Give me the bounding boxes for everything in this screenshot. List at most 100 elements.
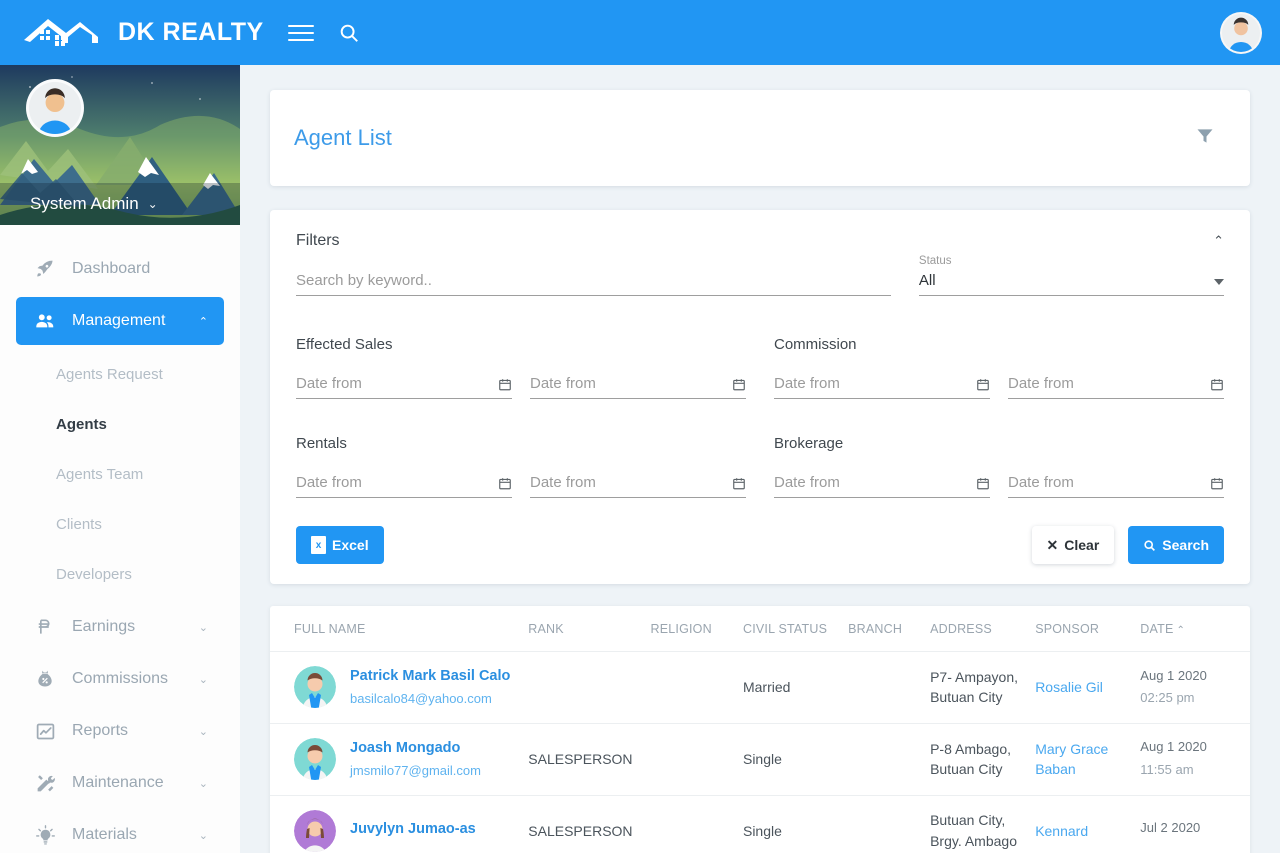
funnel-filter-icon[interactable]	[1194, 126, 1216, 151]
column-header-civil-status[interactable]: CIVIL STATUS	[736, 606, 843, 652]
table-row[interactable]: Juvylyn Jumao-as SALESPERSON Single Butu…	[270, 795, 1250, 853]
cell-civil-status: Single	[736, 723, 843, 796]
cell-civil-status: Married	[736, 651, 843, 724]
sidebar-item-management[interactable]: Management ⌃	[16, 297, 224, 345]
column-header-branch[interactable]: BRANCH	[842, 606, 925, 652]
table-row[interactable]: Joash Mongado jmsmilo77@gmail.com SALESP…	[270, 723, 1250, 796]
chevron-down-icon: ⌄	[198, 725, 208, 738]
effected-sales-date-from[interactable]: Date from	[296, 375, 512, 399]
sidebar-item-developers[interactable]: Developers	[0, 549, 240, 599]
filter-group-label: Brokerage	[774, 435, 844, 452]
brand-logo-area[interactable]: DK REALTY	[18, 13, 264, 53]
chevron-down-icon: ⌄	[198, 829, 208, 842]
cell-date: Jul 2 2020	[1134, 795, 1250, 853]
sidebar-user-avatar[interactable]	[26, 79, 84, 137]
cell-sponsor[interactable]: Rosalie Gil	[1029, 651, 1135, 724]
date-input[interactable]: Date from	[1008, 474, 1210, 491]
column-header-rank[interactable]: RANK	[522, 606, 645, 652]
chart-line-icon	[32, 721, 58, 742]
calendar-icon[interactable]	[732, 377, 746, 392]
tools-icon	[32, 773, 58, 794]
agent-email-link[interactable]: basilcalo84@yahoo.com	[350, 690, 510, 709]
sidebar-item-agents[interactable]: Agents	[0, 399, 240, 449]
commission-date-to[interactable]: Date from	[1008, 375, 1224, 399]
sidebar-item-agents-team[interactable]: Agents Team	[0, 449, 240, 499]
agent-email-link[interactable]: jmsmilo77@gmail.com	[350, 762, 481, 781]
page-title[interactable]: Agent List	[294, 125, 1194, 151]
date-input[interactable]: Date from	[774, 474, 976, 491]
brokerage-date-to[interactable]: Date from	[1008, 474, 1224, 498]
column-header-full-name[interactable]: FULL NAME	[270, 606, 523, 652]
column-header-date-label: DATE	[1140, 622, 1174, 636]
sidebar-item-earnings[interactable]: Earnings ⌄	[16, 603, 224, 651]
sidebar-menu: Dashboard Management ⌃ Agents Request Ag…	[0, 225, 240, 853]
sidebar-subitem-label: Developers	[56, 565, 132, 583]
agents-table: FULL NAME RANK RELIGION CIVIL STATUS BRA…	[270, 606, 1250, 853]
avatar	[294, 809, 336, 852]
calendar-icon[interactable]	[976, 476, 990, 491]
filter-group-effected-sales: Effected Sales Date from Date from	[296, 336, 746, 399]
close-icon: ✕	[1046, 536, 1059, 553]
sidebar-item-materials[interactable]: Materials ⌄	[16, 811, 224, 853]
keyword-search-field[interactable]: Search by keyword..	[296, 272, 891, 296]
date-input[interactable]: Date from	[530, 375, 732, 392]
sidebar-item-agents-request[interactable]: Agents Request	[0, 349, 240, 399]
table-row[interactable]: Patrick Mark Basil Calo basilcalo84@yaho…	[270, 651, 1250, 724]
date-input[interactable]: Date from	[296, 474, 498, 491]
commission-date-from[interactable]: Date from	[774, 375, 990, 399]
user-avatar-button[interactable]	[1220, 11, 1262, 54]
sidebar-item-reports[interactable]: Reports ⌄	[16, 707, 224, 755]
effected-sales-date-to[interactable]: Date from	[530, 375, 746, 399]
cell-full-name: Joash Mongado jmsmilo77@gmail.com	[270, 723, 523, 796]
chevron-down-icon: ⌄	[147, 197, 158, 211]
cell-religion	[644, 723, 737, 796]
calendar-icon[interactable]	[498, 476, 512, 491]
date-input[interactable]: Date from	[530, 474, 732, 491]
cell-rank: SALESPERSON	[522, 795, 645, 853]
calendar-icon[interactable]	[1210, 476, 1224, 491]
date-input[interactable]: Date from	[1008, 375, 1210, 392]
cell-sponsor[interactable]: Mary Grace Baban	[1029, 723, 1135, 796]
status-select-value[interactable]: All	[919, 272, 1214, 289]
agent-name-link[interactable]: Juvylyn Jumao-as	[350, 819, 476, 840]
agent-name-link[interactable]: Joash Mongado	[350, 738, 481, 759]
sidebar: System Admin ⌄ Dashboard Management ⌃ Ag…	[0, 65, 240, 853]
chevron-up-icon[interactable]: ⌃	[1213, 233, 1224, 249]
calendar-icon[interactable]	[498, 377, 512, 392]
clear-button[interactable]: ✕ Clear	[1031, 526, 1115, 564]
filter-group-brokerage: Brokerage Date from Date from	[774, 435, 1224, 498]
column-header-address[interactable]: ADDRESS	[924, 606, 1030, 652]
calendar-icon[interactable]	[732, 476, 746, 491]
rentals-date-to[interactable]: Date from	[530, 474, 746, 498]
sidebar-item-label: Earnings	[72, 618, 136, 635]
sidebar-item-commissions[interactable]: Commissions ⌄	[16, 655, 224, 703]
rocket-icon	[32, 259, 58, 279]
sidebar-profile-name-button[interactable]: System Admin ⌄	[0, 183, 240, 225]
calendar-icon[interactable]	[1210, 377, 1224, 392]
status-select-field[interactable]: Status All	[918, 255, 1224, 296]
date-input[interactable]: Date from	[296, 375, 498, 392]
search-icon[interactable]	[338, 22, 360, 44]
filters-header[interactable]: Filters ⌃	[296, 232, 1224, 250]
sidebar-subitem-label: Clients	[56, 515, 102, 533]
column-header-date[interactable]: DATE ⌃	[1134, 606, 1250, 652]
hamburger-menu-icon[interactable]	[287, 20, 314, 46]
agent-name-link[interactable]: Patrick Mark Basil Calo	[350, 666, 510, 687]
search-input[interactable]: Search by keyword..	[296, 272, 891, 289]
rentals-date-from[interactable]: Date from	[296, 474, 512, 498]
date-input[interactable]: Date from	[774, 375, 976, 392]
sidebar-item-maintenance[interactable]: Maintenance ⌄	[16, 759, 224, 807]
calendar-icon[interactable]	[976, 377, 990, 392]
brokerage-date-from[interactable]: Date from	[774, 474, 990, 498]
cell-sponsor[interactable]: Kennard	[1029, 795, 1135, 853]
brand-name: DK REALTY	[118, 18, 264, 46]
user-avatar	[1222, 13, 1260, 52]
column-header-religion[interactable]: RELIGION	[644, 606, 737, 652]
date-value: Jul 2 2020	[1140, 820, 1201, 836]
sidebar-item-clients[interactable]: Clients	[0, 499, 240, 549]
sidebar-item-dashboard[interactable]: Dashboard	[16, 245, 224, 293]
excel-export-button[interactable]: x Excel	[296, 526, 384, 564]
time-value: 02:25 pm	[1140, 690, 1195, 706]
search-button[interactable]: Search	[1128, 526, 1224, 564]
column-header-sponsor[interactable]: SPONSOR	[1029, 606, 1135, 652]
